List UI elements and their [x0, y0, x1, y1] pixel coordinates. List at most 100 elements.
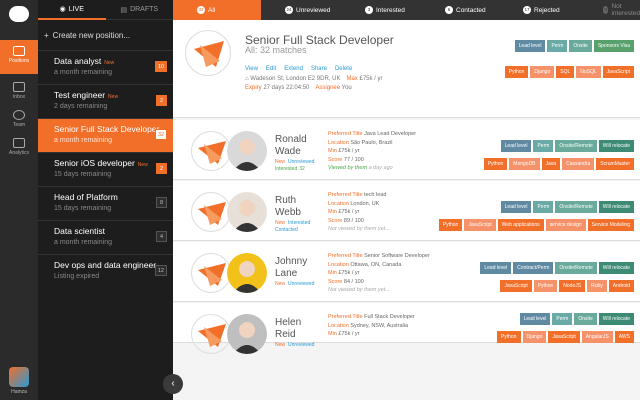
candidate-status: New Unreviewed Interested 32 — [275, 159, 315, 172]
stage-tab-rejected[interactable]: 17 Rejected — [499, 0, 579, 20]
skill-tag: NodeJS — [559, 280, 586, 292]
stage-tab-unreviewed[interactable]: 24 Unreviewed — [261, 0, 341, 20]
skill-tag: JavaScript — [500, 280, 532, 292]
position-item[interactable]: Senior Full Stack Developer... a month re… — [38, 118, 173, 152]
viewed-status: Not viewed by them yet... — [328, 226, 390, 232]
collapse-sidebar-button[interactable]: ‹ — [163, 374, 183, 394]
requirement-tag: Lead level — [519, 313, 551, 325]
skill-tag: Django — [522, 331, 547, 343]
candidate-name[interactable]: Ronald Wade — [275, 134, 325, 158]
candidate-name[interactable]: Ruth Webb — [275, 195, 325, 219]
requirement-tag: Lead level — [500, 140, 532, 152]
address: ⌂ Wadeson St, London E2 9DR, UK — [245, 76, 341, 82]
new-badge: New — [108, 94, 119, 100]
new-badge: New — [137, 162, 148, 168]
user-avatar[interactable] — [9, 367, 29, 387]
tab-live[interactable]: ◉ LIVE — [38, 0, 106, 20]
candidate-status: New Unreviewed — [275, 281, 315, 287]
stage-tab-not-interested[interactable]: 0 Not interested — [579, 0, 640, 20]
stage-count: 24 — [285, 6, 293, 14]
stage-label: Rejected — [534, 6, 560, 14]
app-logo[interactable] — [9, 6, 29, 22]
candidate-avatar[interactable] — [227, 314, 267, 354]
position-title: Data scientist — [54, 226, 106, 236]
requirement-tag: Onsite/Remote — [555, 140, 597, 152]
requirement-tag: Lead level — [500, 201, 532, 213]
skill-tag: JavaScript — [548, 331, 580, 343]
requirement-tag: Will relocate — [598, 201, 634, 213]
company-logo — [191, 192, 231, 232]
candidate-card[interactable]: Johnny Lane New Unreviewed Preferred Title S… — [173, 242, 640, 302]
analytics-icon — [13, 138, 25, 148]
position-item[interactable]: Senior iOS developer New 15 days remaining… — [38, 152, 173, 186]
skill-tag: NoSQL — [576, 66, 601, 78]
stage-tab-contacted[interactable]: 6 Contacted — [421, 0, 499, 20]
requirement-tag: Will relocate — [598, 262, 634, 274]
view-button[interactable]: View — [245, 66, 258, 72]
stage-label: Contacted — [456, 6, 486, 14]
viewed-status: Viewed by them a day ago — [328, 165, 393, 171]
candidate-card[interactable]: Ruth Webb New Interested Contacted Preferred … — [173, 181, 640, 241]
skill-tags: Python JavaScript Web applications service … — [438, 219, 634, 231]
tab-drafts[interactable]: ▤ DRAFTS — [105, 0, 173, 20]
rail-positions[interactable]: Positions — [0, 40, 38, 74]
position-item[interactable]: Data scientist a month remaining 4 — [38, 220, 173, 254]
position-title: Dev ops and data engineer — [54, 260, 157, 270]
match-count-badge: 2 — [156, 163, 167, 174]
create-position-button[interactable]: + Create new position... — [38, 20, 173, 50]
drafts-icon: ▤ — [120, 6, 128, 14]
candidate-card[interactable]: Ronald Wade New Unreviewed Interested 32 Prefe… — [173, 120, 640, 180]
skill-tag: Python — [504, 66, 529, 78]
candidate-avatar[interactable] — [227, 253, 267, 293]
candidate-avatar[interactable] — [227, 192, 267, 232]
edit-button[interactable]: Edit — [266, 66, 276, 72]
position-title: Head of Platform — [54, 192, 118, 202]
briefcase-icon — [13, 46, 25, 56]
requirement-tag: Perm — [533, 201, 554, 213]
requirement-tag: Lead level — [514, 40, 546, 52]
stage-count: 32 — [197, 6, 205, 14]
user-name: Hamza — [11, 389, 27, 395]
requirement-tag: Onsite — [569, 40, 592, 52]
stage-tab-all[interactable]: 32 All — [173, 0, 261, 20]
skill-tags: JavaScript Python NodeJS Ruby Android — [500, 280, 634, 292]
skill-tag: Python — [533, 280, 558, 292]
stage-count: 6 — [445, 6, 453, 14]
delete-button[interactable]: Delete — [335, 66, 352, 72]
stage-count: 17 — [523, 6, 531, 14]
position-title: Data analyst — [54, 56, 102, 66]
requirement-tag: Contract/Perm — [513, 262, 554, 274]
share-button[interactable]: Share — [311, 66, 327, 72]
position-item[interactable]: Dev ops and data engineer Listing expired… — [38, 254, 173, 288]
new-badge: New — [104, 60, 115, 66]
candidate-details: Preferred Title tech lead Location London… — [328, 192, 390, 232]
requirement-tag: Onsite/Remote — [555, 262, 597, 274]
match-count-badge: 4 — [156, 231, 167, 242]
stage-count: 0 — [603, 6, 609, 14]
skill-tag: Java — [541, 158, 561, 170]
plus-icon: + — [44, 30, 49, 40]
position-header: Senior Full Stack Developer All: 32 matc… — [173, 20, 640, 118]
candidate-status: New Unreviewed — [275, 342, 315, 348]
skill-tag: JavaScript — [464, 219, 496, 231]
position-item[interactable]: Data analyst New a month remaining 10 — [38, 50, 173, 84]
team-icon — [13, 110, 25, 120]
position-item[interactable]: Test engineer New 2 days remaining 2 — [38, 84, 173, 118]
company-logo — [191, 131, 231, 171]
position-item[interactable]: Head of Platform 15 days remaining 8 — [38, 186, 173, 220]
candidate-name[interactable]: Johnny Lane — [275, 256, 325, 280]
stage-tabs: 32 All 24 Unreviewed 3 Interested 6 Contacted 17… — [173, 0, 640, 20]
expiry: Expiry 27 days 22:04:50 — [245, 85, 310, 91]
extend-button[interactable]: Extend — [284, 66, 303, 72]
candidate-avatar[interactable] — [227, 131, 267, 171]
rail-analytics[interactable]: Analytics — [0, 132, 38, 166]
candidate-name[interactable]: Helen Reid — [275, 317, 325, 341]
positions-list: ◉ LIVE ▤ DRAFTS + Create new position... Da… — [38, 0, 173, 400]
requirement-tag: Onsite — [574, 313, 597, 325]
position-actions: View Edit Extend Share Delete — [245, 66, 352, 72]
app-rail: Positions Inbox Team Analytics Hamza — [0, 0, 38, 400]
assignee: Assignee You — [315, 85, 352, 91]
candidate-card[interactable]: Helen Reid New Unreviewed Preferred Title Fu… — [173, 303, 640, 354]
candidate-status: New Interested Contacted — [275, 220, 311, 233]
stage-tab-interested[interactable]: 3 Interested — [341, 0, 421, 20]
